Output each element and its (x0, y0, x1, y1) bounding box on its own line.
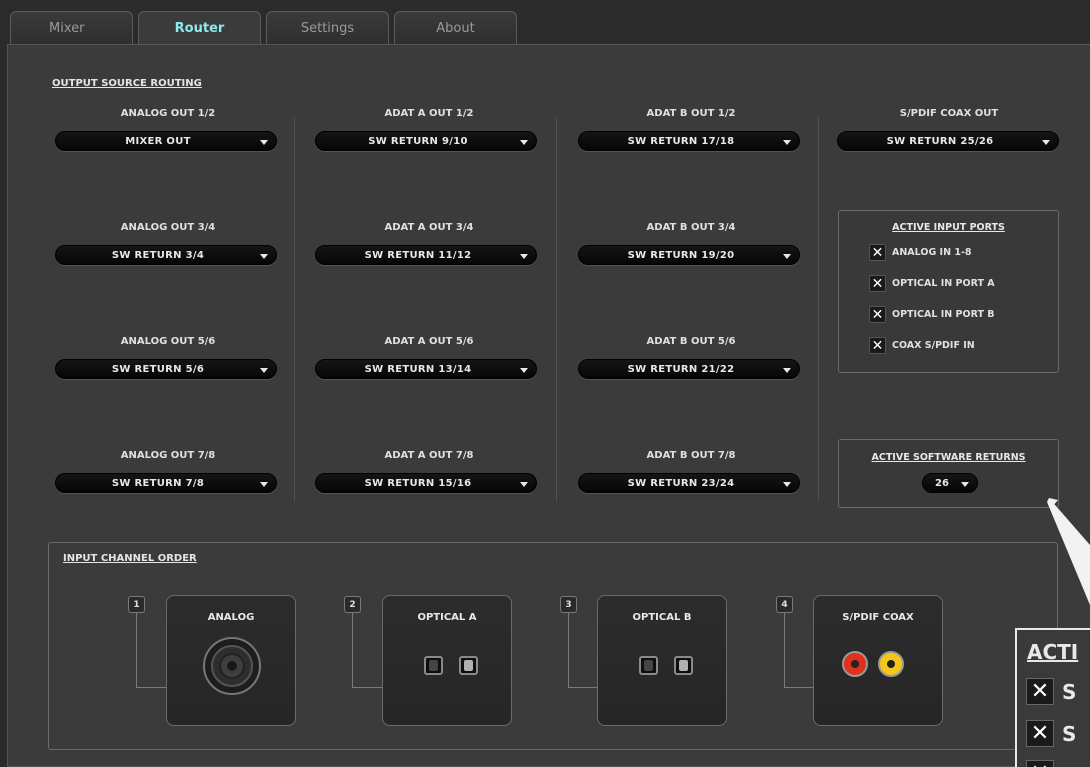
zoom-checkbox: ✕ (1026, 760, 1054, 767)
router-window: Mixer Router Settings About OUTPUT SOURC… (0, 0, 1090, 767)
zoom-title: ACTI (1027, 640, 1079, 664)
zoom-callout-arrow (1047, 498, 1090, 605)
zoom-label: S (1062, 722, 1077, 746)
zoom-label: S (1062, 680, 1077, 704)
zoom-checkbox: ✕ (1026, 720, 1054, 747)
zoom-checkbox: ✕ (1026, 678, 1054, 705)
zoom-inset: ACTI ✕ S ✕ S ✕ (1015, 628, 1090, 767)
